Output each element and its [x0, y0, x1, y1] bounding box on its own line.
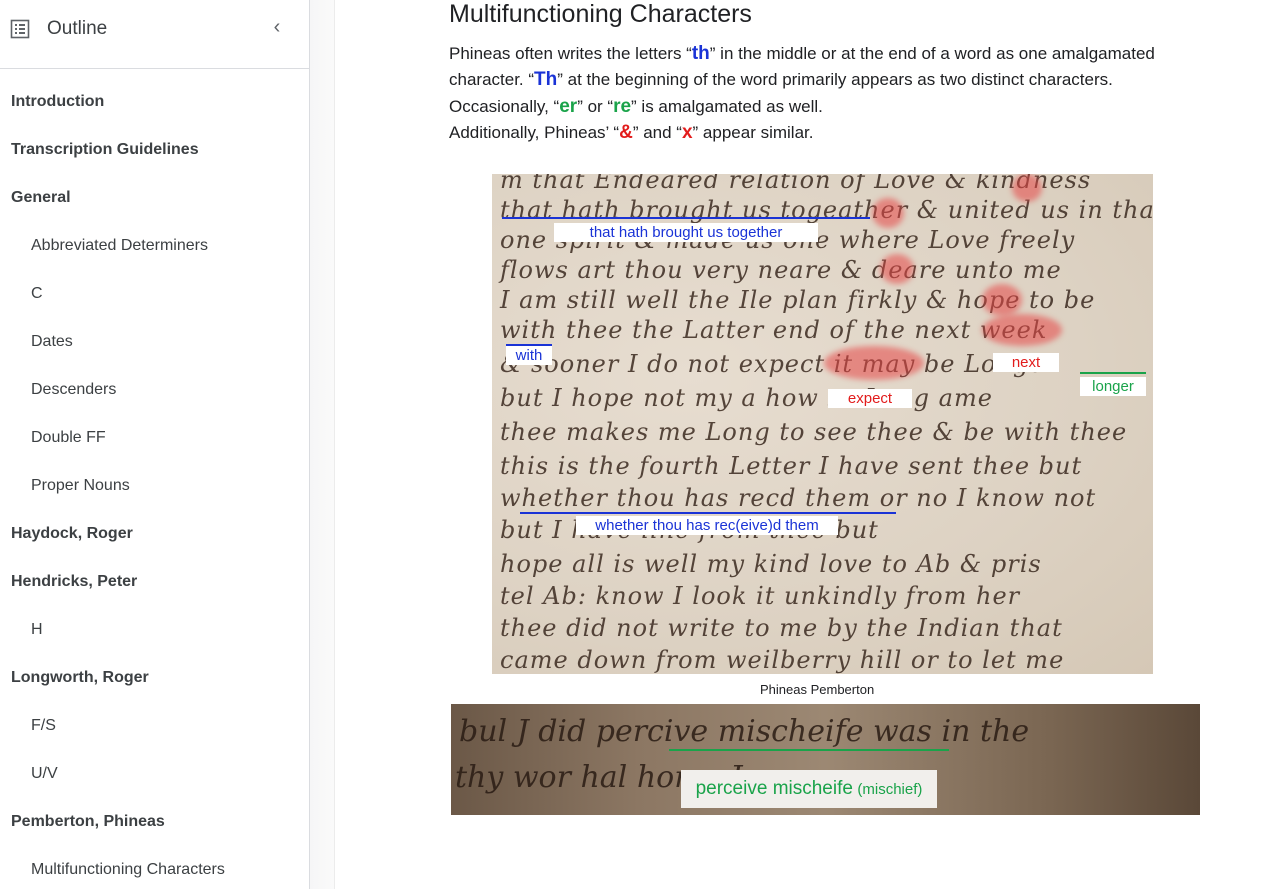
- sidebar-item-double-ff[interactable]: Double FF: [31, 428, 106, 448]
- longer-underline: [1080, 372, 1146, 374]
- re-highlight: re: [613, 96, 632, 117]
- image-caption: Phineas Pemberton: [760, 682, 875, 697]
- sidebar-item-c[interactable]: C: [31, 284, 43, 304]
- sidebar-item-f-s[interactable]: F/S: [31, 716, 56, 736]
- annotation-next: next: [993, 353, 1059, 372]
- handwriting-line: flows art thou very neare & deare unto m…: [500, 256, 1062, 284]
- annotation-that-hath: that hath brought us together: [554, 223, 818, 242]
- sidebar-item-transcription-guidelines[interactable]: Transcription Guidelines: [11, 140, 199, 160]
- sidebar-item-haydock-roger[interactable]: Haydock, Roger: [11, 524, 133, 544]
- paragraph-line-3: Occasionally, “er” or “re” is amalgamate…: [449, 96, 823, 117]
- Th-highlight: Th: [534, 69, 558, 90]
- outline-sidebar: Outline ‹ Introduction Transcription Guid…: [0, 0, 310, 889]
- sidebar-item-proper-nouns[interactable]: Proper Nouns: [31, 476, 130, 496]
- sidebar-item-abbreviated-determiners[interactable]: Abbreviated Determiners: [31, 236, 208, 256]
- outline-header: Outline ‹: [0, 0, 309, 69]
- handwriting-line: this is the fourth Letter I have sent th…: [500, 452, 1083, 480]
- handwriting-line: thee did not write to me by the Indian t…: [500, 614, 1063, 642]
- sidebar-item-general[interactable]: General: [11, 188, 71, 208]
- handwriting-line: m that Endeared relation of Love & kindn…: [500, 174, 1092, 194]
- sidebar-item-h[interactable]: H: [31, 620, 43, 640]
- handwriting-line: whether thou has recd them or no I know …: [500, 484, 1097, 512]
- th-highlight: th: [691, 43, 710, 64]
- sidebar-item-introduction[interactable]: Introduction: [11, 92, 104, 112]
- ampersand-highlight-mark: [872, 198, 904, 228]
- perceive-underline: [669, 749, 949, 751]
- sidebar-item-hendricks-peter[interactable]: Hendricks, Peter: [11, 572, 137, 592]
- page-heading: Multifunctioning Characters: [449, 0, 752, 28]
- handwriting-line: that hath brought us togeather & united …: [500, 196, 1153, 224]
- next-highlight-mark: [982, 314, 1062, 346]
- handwriting-line: came down from weilberry hill or to let …: [500, 646, 1065, 674]
- handwriting-line: bul J did percive mischeife was in the: [459, 714, 1030, 749]
- sidebar-item-longworth-roger[interactable]: Longworth, Roger: [11, 668, 149, 688]
- ampersand-highlight: &: [619, 122, 633, 143]
- sidebar-divider: [310, 0, 335, 889]
- handwriting-line: with thee the Latter end of the next wee…: [500, 316, 1048, 344]
- whether-underline: [520, 512, 896, 514]
- expect-highlight-mark: [824, 346, 924, 380]
- sidebar-item-dates[interactable]: Dates: [31, 332, 73, 352]
- ampersand-highlight-mark: [982, 284, 1022, 316]
- paragraph-line-4: Additionally, Phineas’ “&” and “x” appea…: [449, 122, 814, 143]
- handwriting-line: tel Ab: know I look it unkindly from her: [500, 582, 1021, 610]
- sidebar-item-multifunctioning-characters[interactable]: Multifunctioning Characters: [31, 860, 225, 880]
- sidebar-item-u-v[interactable]: U/V: [31, 764, 58, 784]
- er-highlight: er: [559, 96, 578, 117]
- that-hath-underline: [502, 217, 870, 219]
- handwriting-line: thee makes me Long to see thee & be with…: [500, 418, 1128, 446]
- sidebar-item-pemberton-phineas[interactable]: Pemberton, Phineas: [11, 812, 165, 832]
- handwriting-line: but I hope not my a how so Long ame: [500, 384, 993, 412]
- perceive-strip-image: bul J did percive mischeife was in the t…: [451, 704, 1200, 815]
- handwriting-line: & sooner I do not expect it may be Longe…: [500, 350, 1057, 378]
- annotation-with: with: [506, 346, 552, 365]
- x-highlight: x: [681, 122, 693, 143]
- outline-title: Outline: [47, 18, 108, 39]
- collapse-chevron-icon[interactable]: ‹: [268, 17, 286, 37]
- ampersand-highlight-mark: [880, 254, 914, 284]
- manuscript-image: m that Endeared relation of Love & kindn…: [492, 174, 1153, 674]
- ampersand-highlight-mark: [1012, 174, 1042, 202]
- paragraph-line-2: character. “Th” at the beginning of the …: [449, 69, 1113, 90]
- sidebar-item-descenders[interactable]: Descenders: [31, 380, 116, 400]
- handwriting-line: hope all is well my kind love to Ab & pr…: [500, 550, 1042, 578]
- perceive-annotation: perceive mischeife (mischief): [681, 770, 937, 808]
- annotation-expect: expect: [828, 389, 912, 408]
- annotation-longer: longer: [1080, 377, 1146, 396]
- paragraph-line-1: Phineas often writes the letters “th” in…: [449, 43, 1155, 64]
- outline-icon: [10, 19, 30, 39]
- annotation-whether: whether thou has rec(eive)d them: [576, 516, 838, 535]
